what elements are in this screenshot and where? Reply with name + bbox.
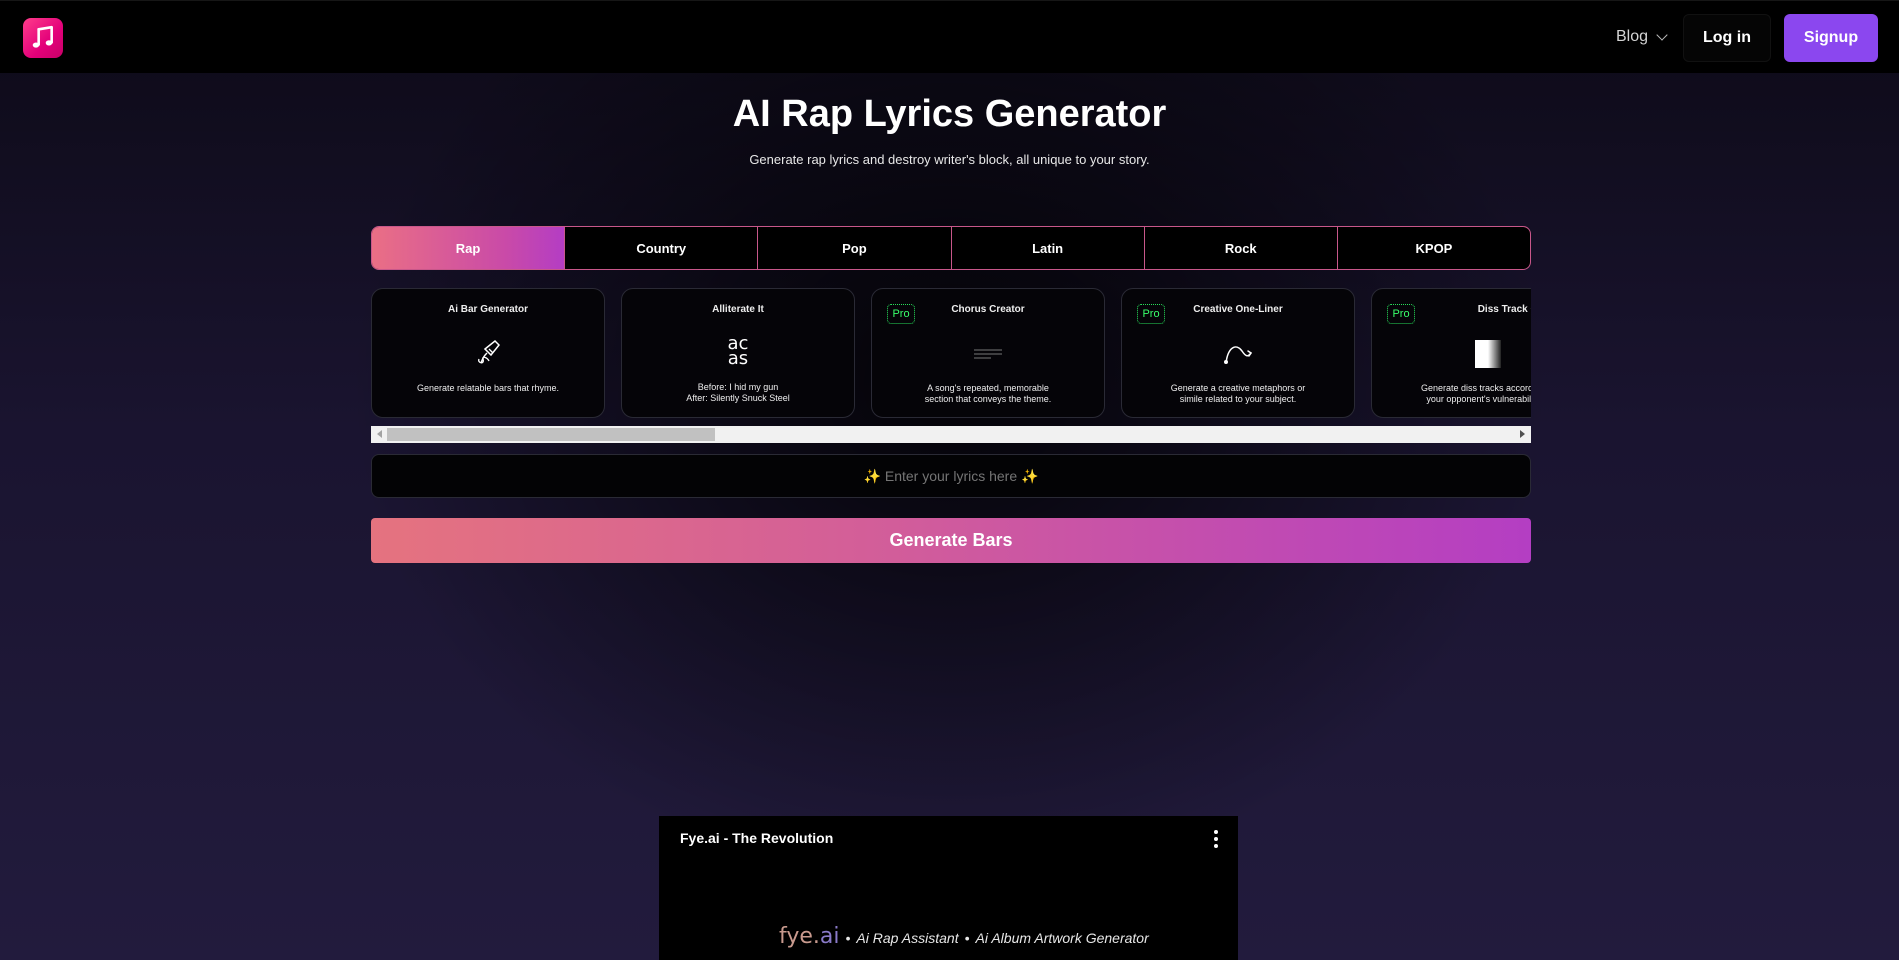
blog-dropdown[interactable]: Blog [1616, 28, 1668, 46]
curve-arrow-icon [1222, 341, 1254, 370]
card-description: Generate diss tracks according to your o… [1420, 383, 1531, 404]
lyrics-input[interactable] [371, 454, 1531, 498]
tab-pop[interactable]: Pop [757, 227, 950, 269]
card-description: Generate a creative metaphors or simile … [1170, 383, 1306, 404]
letters-icon: ac as [727, 335, 749, 369]
gradient-block-icon [1475, 340, 1501, 368]
pro-badge: Pro [1387, 304, 1415, 324]
tool-card-chorus-creator[interactable]: Pro Chorus Creator A song's repeated, me… [871, 288, 1105, 418]
scroll-right-arrow-icon[interactable] [1520, 430, 1525, 438]
tool-card-creative-one-liner[interactable]: Pro Creative One-Liner Generate a creati… [1121, 288, 1355, 418]
tab-kpop[interactable]: KPOP [1336, 227, 1530, 269]
video-item-rap-assistant: Ai Rap Assistant [856, 930, 959, 946]
music-logo-icon[interactable] [23, 18, 63, 58]
card-title: Creative One-Liner [1193, 304, 1283, 315]
video-embed[interactable]: Fye.ai - The Revolution fye.ai • Ai Rap … [659, 816, 1238, 960]
card-title: Chorus Creator [951, 304, 1025, 315]
tool-card-alliterate-it[interactable]: Alliterate It ac as Before: I hid my gun… [621, 288, 855, 418]
brand-part1: fye. [779, 924, 820, 949]
tool-card-diss-track-generator[interactable]: Pro Diss Track Generator Generate diss t… [1371, 288, 1531, 418]
scrollbar-thumb[interactable] [387, 428, 715, 441]
card-title: Ai Bar Generator [447, 304, 529, 315]
tab-rock[interactable]: Rock [1143, 227, 1337, 269]
top-navbar: Blog Log in Signup [0, 0, 1899, 73]
tool-card-ai-bar-generator[interactable]: Ai Bar Generator Generate relatable bars… [371, 288, 605, 418]
video-item-album-artwork: Ai Album Artwork Generator [975, 930, 1149, 946]
separator: • [845, 930, 851, 946]
card-title: Diss Track Generator [1477, 304, 1531, 315]
tab-rap[interactable]: Rap [372, 227, 565, 269]
video-title: Fye.ai - The Revolution [680, 830, 834, 846]
brand-logo: fye.ai [779, 924, 840, 949]
blog-label: Blog [1616, 28, 1649, 45]
page-subtitle: Generate rap lyrics and destroy writer's… [749, 152, 1150, 167]
tab-latin[interactable]: Latin [950, 227, 1144, 269]
video-brand-line: fye.ai • Ai Rap Assistant • Ai Album Art… [779, 924, 1149, 949]
card-description: Before: I hid my gun After: Silently Snu… [686, 382, 790, 403]
tab-country[interactable]: Country [564, 227, 757, 269]
cards-scrollbar[interactable] [371, 426, 1531, 443]
signup-button[interactable]: Signup [1784, 14, 1878, 62]
brand-part2: ai [819, 924, 840, 949]
card-description: Generate relatable bars that rhyme. [416, 383, 560, 393]
tool-cards-carousel: Ai Bar Generator Generate relatable bars… [371, 288, 1531, 420]
lines-icon [973, 347, 1003, 365]
chevron-down-icon [1656, 29, 1668, 41]
scroll-left-arrow-icon[interactable] [377, 430, 382, 438]
login-button[interactable]: Log in [1683, 14, 1771, 62]
card-description: A song's repeated, memorable section tha… [924, 383, 1052, 404]
pen-nib-icon [473, 337, 503, 372]
generate-bars-button[interactable]: Generate Bars [371, 518, 1531, 563]
letters-icon-bottom: as [727, 348, 749, 369]
card-title: Alliterate It [712, 304, 764, 315]
more-options-icon[interactable] [1214, 830, 1218, 848]
page-title: AI Rap Lyrics Generator [732, 93, 1167, 135]
genre-tabs: Rap Country Pop Latin Rock KPOP [371, 226, 1531, 270]
separator: • [964, 930, 970, 946]
